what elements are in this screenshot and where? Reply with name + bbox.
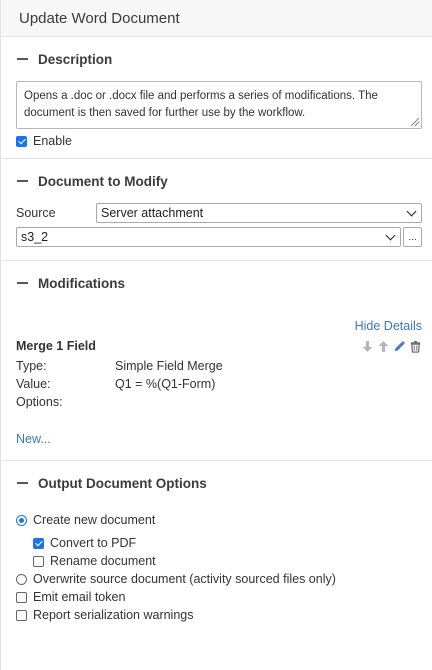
rename-checkbox[interactable]	[33, 555, 44, 567]
source-value: Server attachment	[101, 206, 204, 220]
options-label: Options:	[16, 395, 63, 409]
enable-checkbox[interactable]	[16, 135, 27, 147]
enable-checkbox-row[interactable]: Enable	[16, 134, 422, 148]
convert-pdf-option[interactable]: Convert to PDF	[16, 534, 422, 552]
collapse-icon	[17, 482, 28, 484]
modifications-header[interactable]: Modifications	[1, 261, 432, 305]
create-new-label: Create new document	[33, 513, 156, 527]
convert-pdf-label: Convert to PDF	[50, 536, 137, 550]
collapse-icon	[17, 282, 28, 284]
collapse-icon	[17, 180, 28, 182]
description-section: Description Opens a .doc or .docx file a…	[1, 37, 432, 159]
file-select[interactable]: s3_2	[16, 227, 401, 247]
move-down-icon[interactable]	[361, 340, 374, 353]
report-warnings-option[interactable]: Report serialization warnings	[16, 606, 422, 624]
rename-label: Rename document	[50, 554, 156, 568]
properties-panel: Update Word Document Description Opens a…	[0, 0, 432, 670]
modification-title: Merge 1 Field	[16, 339, 96, 353]
chevron-down-icon	[406, 206, 417, 217]
output-section: Output Document Options Create new docum…	[1, 461, 432, 624]
edit-pencil-icon[interactable]	[393, 340, 406, 353]
delete-trash-icon[interactable]	[409, 340, 422, 353]
document-header[interactable]: Document to Modify	[1, 159, 432, 203]
collapse-icon	[17, 58, 28, 60]
convert-pdf-checkbox[interactable]	[33, 537, 44, 549]
report-warnings-checkbox[interactable]	[16, 609, 27, 621]
report-warnings-label: Report serialization warnings	[33, 608, 194, 622]
resize-grip-icon[interactable]	[411, 118, 419, 126]
chevron-down-icon	[385, 230, 396, 241]
new-modification-link[interactable]: New...	[16, 432, 422, 446]
value-value: Q1 = %(Q1-Form)	[115, 377, 216, 391]
emit-email-option[interactable]: Emit email token	[16, 588, 422, 606]
description-text: Opens a .doc or .docx file and performs …	[24, 90, 378, 119]
value-label: Value:	[16, 377, 51, 391]
browse-button[interactable]: ...	[403, 227, 422, 247]
source-label: Source	[16, 206, 56, 220]
source-select[interactable]: Server attachment	[96, 203, 422, 223]
hide-details-link[interactable]: Hide Details	[16, 319, 422, 333]
emit-email-checkbox[interactable]	[16, 591, 27, 603]
description-header[interactable]: Description	[1, 37, 432, 81]
rename-option[interactable]: Rename document	[16, 552, 422, 570]
section-title: Output Document Options	[38, 475, 207, 491]
panel-title: Update Word Document	[1, 0, 432, 37]
overwrite-option[interactable]: Overwrite source document (activity sour…	[16, 570, 422, 588]
output-header[interactable]: Output Document Options	[1, 461, 432, 505]
overwrite-radio[interactable]	[16, 573, 27, 585]
move-up-icon[interactable]	[377, 340, 390, 353]
emit-email-label: Emit email token	[33, 590, 126, 604]
type-label: Type:	[16, 359, 47, 373]
section-title: Document to Modify	[38, 173, 168, 189]
enable-label: Enable	[33, 134, 72, 148]
description-textarea[interactable]: Opens a .doc or .docx file and performs …	[16, 81, 422, 129]
modifications-section: Modifications Hide Details Merge 1 Field	[1, 261, 432, 461]
type-value: Simple Field Merge	[115, 359, 223, 373]
create-new-option[interactable]: Create new document	[16, 511, 422, 529]
create-new-radio[interactable]	[16, 514, 27, 526]
section-title: Modifications	[38, 275, 125, 291]
section-title: Description	[38, 51, 113, 67]
overwrite-label: Overwrite source document (activity sour…	[33, 572, 336, 586]
file-value: s3_2	[21, 230, 49, 244]
document-section: Document to Modify Source Server attachm…	[1, 159, 432, 261]
